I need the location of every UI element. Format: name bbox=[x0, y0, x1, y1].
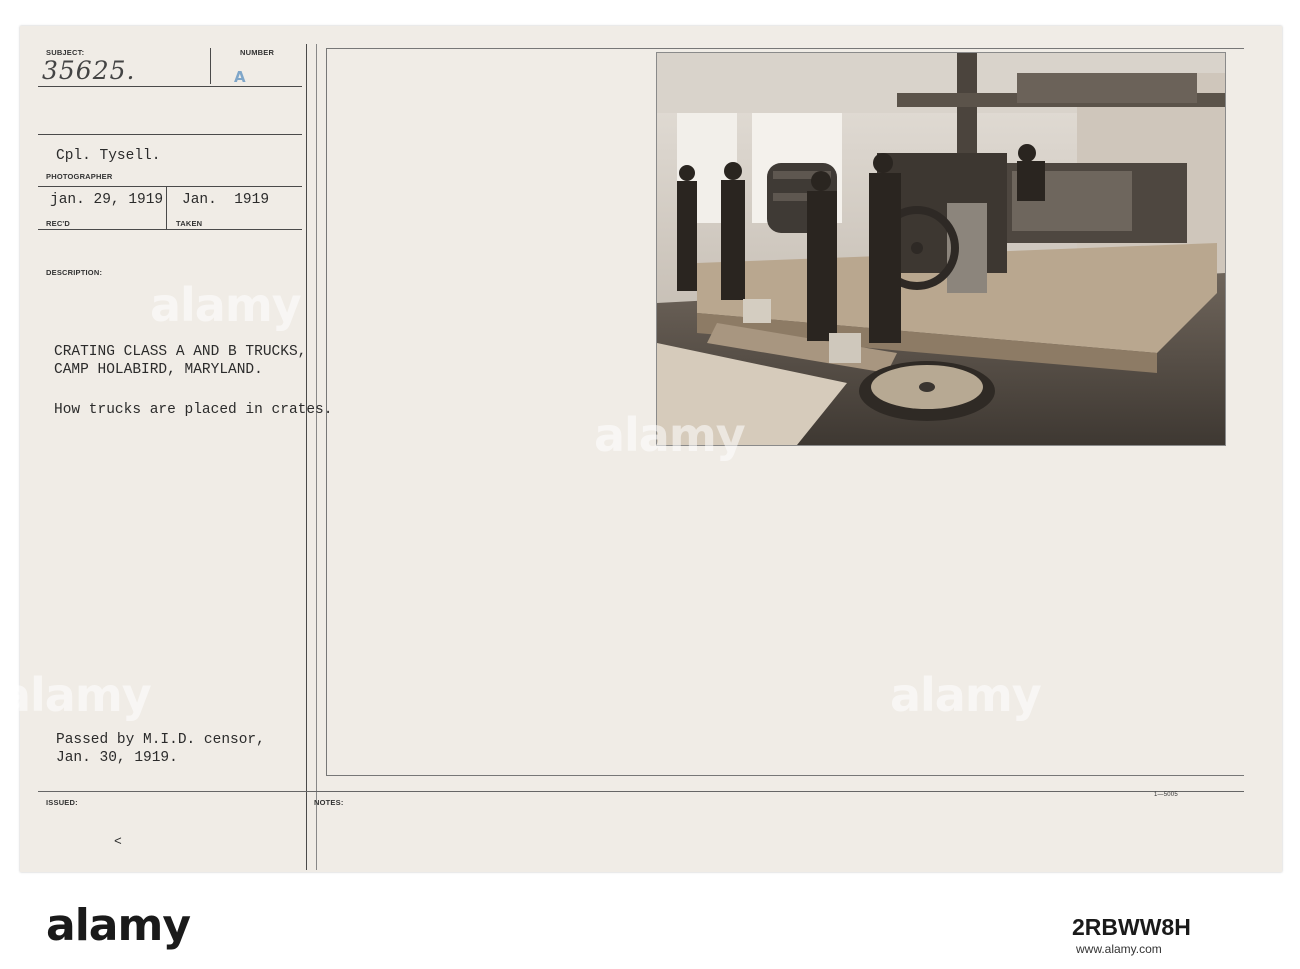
taken-date: Jan. 1919 bbox=[182, 192, 270, 208]
subject-number: 35625. bbox=[42, 56, 136, 85]
description-line-2: CAMP HOLABIRD, MARYLAND. bbox=[54, 362, 263, 378]
form-number: 1—5005 bbox=[1154, 792, 1178, 798]
image-id: 2RBWW8H bbox=[1072, 914, 1191, 940]
watermark-4: alamy bbox=[890, 668, 1042, 722]
censor-line-1: Passed by M.I.D. censor, bbox=[56, 732, 265, 748]
photograph bbox=[656, 52, 1226, 446]
rule-1 bbox=[38, 86, 302, 87]
issued-mark: < bbox=[114, 834, 122, 849]
frame-top bbox=[326, 48, 1244, 49]
number-label: NUMBER bbox=[240, 48, 275, 57]
photographer-name: Cpl. Tysell. bbox=[56, 148, 161, 164]
footer-url[interactable]: www.alamy.com bbox=[1076, 942, 1162, 956]
recd-taken-divider bbox=[166, 186, 167, 230]
description-line-1: CRATING CLASS A AND B TRUCKS, bbox=[54, 344, 307, 360]
left-column-divider bbox=[306, 44, 307, 870]
description-label: DESCRIPTION: bbox=[46, 268, 103, 277]
issued-label: ISSUED: bbox=[46, 798, 78, 807]
number-divider bbox=[210, 48, 211, 84]
taken-label: TAKEN bbox=[176, 219, 203, 228]
censor-line-2: Jan. 30, 1919. bbox=[56, 750, 178, 766]
footer-band: alamy 2RBWW8H www.alamy.com bbox=[0, 880, 1300, 969]
photograph-scene bbox=[657, 53, 1225, 445]
recd-label: REC'D bbox=[46, 219, 71, 228]
description-line-3: How trucks are placed in crates. bbox=[54, 402, 333, 418]
recd-date: jan. 29, 1919 bbox=[50, 192, 164, 208]
watermark-2: alamy bbox=[594, 408, 746, 462]
rule-5 bbox=[38, 791, 1244, 792]
rule-4 bbox=[38, 229, 302, 230]
frame-inner-bottom bbox=[326, 775, 1244, 776]
watermark-3: alamy bbox=[0, 668, 152, 722]
watermark-1: alamy bbox=[150, 278, 302, 332]
notes-divider bbox=[316, 44, 317, 870]
number-value: A bbox=[234, 68, 246, 86]
rule-3 bbox=[38, 186, 302, 187]
photographer-label: PHOTOGRAPHER bbox=[46, 172, 113, 181]
rule-2 bbox=[38, 134, 302, 135]
alamy-logo: alamy bbox=[46, 900, 191, 951]
notes-label: NOTES: bbox=[314, 798, 344, 807]
